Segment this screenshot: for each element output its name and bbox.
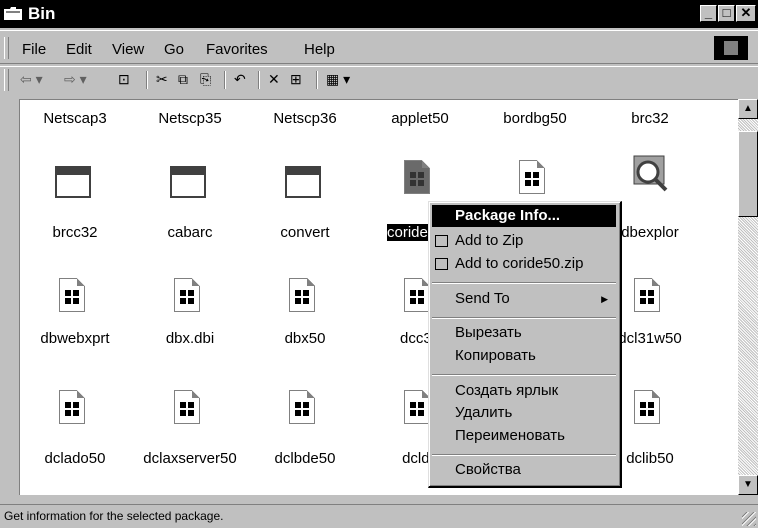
close-button[interactable]: ✕ — [736, 5, 756, 22]
zip-icon — [435, 258, 448, 270]
maximize-button[interactable]: □ — [718, 5, 735, 22]
menu-edit[interactable]: Edit — [66, 41, 92, 58]
status-text: Get information for the selected package… — [4, 509, 224, 523]
file-label: brcc32 — [52, 224, 98, 241]
cut-icon[interactable]: ✂ — [156, 71, 168, 88]
file-label: Netscp36 — [273, 110, 337, 127]
context-menu: Package Info... Add to Zip Add to coride… — [428, 201, 622, 488]
menu-bar: File Edit View Go Favorites Help — [0, 30, 758, 64]
menu-separator — [432, 282, 616, 284]
toolbar-separator — [316, 71, 318, 89]
title-bar[interactable]: Bin _ □ ✕ — [0, 0, 758, 28]
scroll-down-icon[interactable]: ▼ — [738, 475, 758, 495]
application-icon — [285, 166, 321, 198]
menu-item-cut[interactable]: Вырезать — [432, 322, 616, 344]
submenu-arrow-icon: ▶ — [601, 294, 608, 304]
package-file-icon — [289, 278, 315, 312]
file-label: dclbde50 — [274, 450, 336, 467]
menu-separator — [432, 454, 616, 456]
application-icon — [170, 166, 206, 198]
package-file-icon — [634, 390, 660, 424]
delete-icon[interactable]: ✕ — [268, 71, 280, 88]
file-label: Netscp35 — [158, 110, 222, 127]
menu-item-create-shortcut[interactable]: Создать ярлык — [432, 380, 616, 402]
scrollbar-thumb[interactable] — [738, 131, 758, 217]
file-list-pane[interactable]: Netscap3 Netscp35 Netscp36 applet50 bord… — [19, 99, 738, 495]
package-file-icon — [404, 278, 430, 312]
minimize-button[interactable]: _ — [700, 5, 717, 22]
forward-icon[interactable]: ⇨ ▾ — [64, 71, 87, 88]
up-folder-icon[interactable]: ⊡ — [118, 71, 130, 88]
windows-logo-icon — [714, 36, 748, 60]
menu-separator — [432, 374, 616, 376]
menu-item-label: Send To — [455, 290, 510, 307]
application-icon — [55, 166, 91, 198]
menu-favorites[interactable]: Favorites — [206, 41, 268, 58]
package-file-icon — [174, 390, 200, 424]
vertical-scrollbar[interactable]: ▲ ▼ — [738, 99, 758, 495]
package-file-icon — [634, 278, 660, 312]
menu-item-add-to-zip[interactable]: Add to Zip — [432, 230, 616, 252]
menu-view[interactable]: View — [112, 41, 144, 58]
menubar-grip[interactable] — [4, 37, 9, 59]
package-file-icon — [59, 278, 85, 312]
database-explorer-icon — [633, 155, 668, 192]
menu-separator — [432, 317, 616, 319]
file-label: bordbg50 — [503, 110, 567, 127]
menu-item-properties[interactable]: Свойства — [432, 459, 616, 481]
toolbar-grip[interactable] — [4, 69, 9, 91]
package-file-icon — [404, 390, 430, 424]
explorer-window: Bin _ □ ✕ File Edit View Go Favorites He… — [0, 0, 758, 528]
package-file-icon — [519, 160, 545, 194]
package-file-icon — [404, 160, 430, 194]
file-label: dclado50 — [44, 450, 106, 467]
copy-icon[interactable]: ⧉ — [178, 71, 188, 88]
file-label: convert — [280, 224, 330, 241]
status-bar: Get information for the selected package… — [0, 504, 758, 528]
file-label: dclaxserver50 — [143, 450, 237, 467]
file-label: applet50 — [391, 110, 449, 127]
zip-icon — [435, 235, 448, 247]
menu-item-label: Add to Zip — [455, 232, 524, 249]
package-file-icon — [59, 390, 85, 424]
menu-item-rename[interactable]: Переименовать — [432, 425, 616, 447]
menu-item-package-info[interactable]: Package Info... — [432, 205, 616, 227]
folder-icon — [4, 7, 22, 20]
menu-help[interactable]: Help — [304, 41, 335, 58]
package-file-icon — [289, 390, 315, 424]
file-label: dbwebxprt — [40, 330, 110, 347]
file-label: cabarc — [167, 224, 213, 241]
undo-icon[interactable]: ↶ — [234, 71, 246, 88]
menu-item-delete[interactable]: Удалить — [432, 402, 616, 424]
toolbar: ⇦ ▾ ⇨ ▾ ⊡ ✂ ⧉ ⎘ ↶ ✕ ⊞ ▦ ▾ — [0, 66, 758, 92]
file-label: dbx.dbi — [165, 330, 215, 347]
menu-item-send-to[interactable]: Send To ▶ — [432, 288, 616, 310]
package-file-icon — [174, 278, 200, 312]
menu-item-label: Add to coride50.zip — [455, 255, 584, 272]
back-icon[interactable]: ⇦ ▾ — [20, 71, 43, 88]
menu-item-copy[interactable]: Копировать — [432, 345, 616, 367]
file-label: Netscap3 — [43, 110, 107, 127]
window-title: Bin — [28, 4, 56, 23]
toolbar-separator — [146, 71, 148, 89]
properties-icon[interactable]: ⊞ — [290, 71, 302, 88]
menu-item-add-to-named-zip[interactable]: Add to coride50.zip — [432, 253, 616, 275]
file-label: dbx50 — [284, 330, 326, 347]
paste-icon[interactable]: ⎘ — [200, 71, 211, 88]
toolbar-separator — [258, 71, 260, 89]
scroll-up-icon[interactable]: ▲ — [738, 99, 758, 119]
resize-grip-icon[interactable] — [742, 512, 756, 526]
file-label: brc32 — [631, 110, 669, 127]
toolbar-separator — [224, 71, 226, 89]
menu-go[interactable]: Go — [164, 41, 184, 58]
views-icon[interactable]: ▦ ▾ — [326, 71, 350, 88]
menu-file[interactable]: File — [22, 41, 46, 58]
